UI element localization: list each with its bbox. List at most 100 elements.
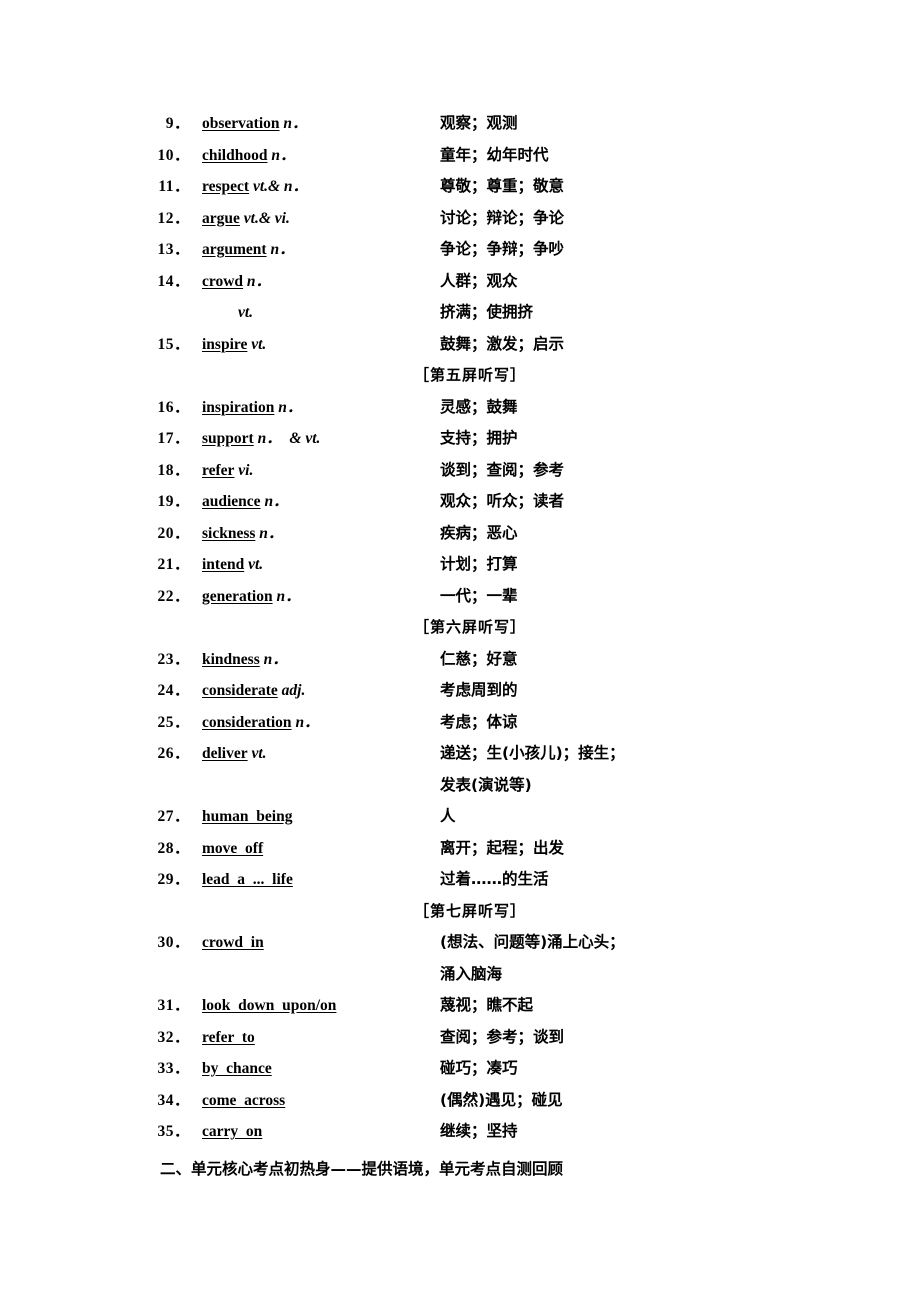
entry-headword: move off	[202, 839, 264, 857]
screen-section-header-label: ［第六屏听写］	[413, 618, 526, 636]
entry-number: 9．	[165, 115, 190, 132]
entry-definition: 鼓舞；激发；启示	[440, 334, 565, 353]
entry-headword: inspire	[202, 335, 248, 353]
entry-part-of-speech: n．	[243, 272, 272, 290]
entry-term: sickness n．	[202, 518, 283, 550]
entry-term: come across	[202, 1085, 285, 1117]
entry-definition: 递送；生(小孩儿)；接生；	[440, 744, 625, 762]
entry-headword: look down upon/on	[202, 997, 337, 1014]
entry-part-of-speech: n．	[259, 650, 288, 668]
entry-headword: deliver	[202, 745, 248, 762]
vocabulary-row: 24． considerate adj. 考虑周到的	[0, 675, 920, 707]
entry-definition: 涌入脑海	[440, 964, 503, 983]
vocabulary-row: 18． refer vi. 谈到；查阅；参考	[0, 455, 920, 487]
entry-definition: 过着……的生活	[440, 870, 549, 888]
entry-definition: 支持；拥护	[440, 429, 518, 447]
entry-headword: intend	[202, 556, 245, 573]
vocabulary-row: 17． support n． & vt. 支持；拥护	[0, 423, 920, 455]
entry-number: 25．	[157, 713, 190, 731]
entry-term: carry on	[202, 1116, 262, 1148]
entry-headword: crowd in	[202, 934, 264, 951]
entry-term: inspire vt.	[202, 329, 266, 361]
vocabulary-row: 10． childhood n． 童年；幼年时代	[0, 140, 920, 172]
entry-part-of-speech: vi.	[234, 461, 254, 479]
vocabulary-row: 31． look down upon/on 蔑视；瞧不起	[0, 990, 920, 1022]
entry-number: 16．	[157, 398, 190, 416]
entry-term: consideration n．	[202, 707, 320, 739]
entry-part-of-speech: n．	[267, 146, 296, 164]
entry-number: 29．	[157, 871, 190, 888]
entry-headword: considerate	[202, 682, 278, 699]
entry-headword: audience	[202, 493, 261, 510]
entry-term: argue vt.& vi.	[202, 203, 290, 235]
vocabulary-row: 34． come across (偶然)遇见；碰见	[0, 1085, 920, 1117]
entry-definition: 争论；争辩；争吵	[440, 240, 565, 258]
screen-section-header: ［第六屏听写］	[0, 612, 920, 644]
entry-definition: 谈到；查阅；参考	[440, 460, 565, 479]
definition-continuation-row: 发表(演说等)	[0, 770, 920, 802]
entry-term: inspiration n．	[202, 392, 302, 424]
entry-term: deliver vt.	[202, 738, 267, 770]
entry-part-of-speech: n． & vt.	[253, 430, 321, 447]
entry-part-of-speech: vt.	[244, 556, 264, 573]
entry-number: 35．	[157, 1123, 190, 1140]
entry-definition: 离开；起程；出发	[440, 838, 565, 857]
entry-number: 10．	[157, 146, 190, 164]
vocabulary-row: 30． crowd in (想法、问题等)涌上心头；	[0, 927, 920, 959]
document-page: 9． observation n． 观察；观测 10． childhood n． 童年；幼…	[0, 0, 920, 1302]
entry-number: 18．	[157, 461, 190, 479]
entry-headword: come across	[202, 1091, 286, 1109]
entry-part-of-speech: vt.	[247, 745, 267, 762]
entry-number: 22．	[157, 587, 190, 605]
entry-term: crowd in	[202, 927, 264, 959]
entry-headword: argue	[202, 209, 240, 227]
entry-headword: observation	[202, 115, 280, 132]
entry-number: 31．	[157, 997, 190, 1014]
entry-term: human being	[202, 801, 292, 833]
entry-number: 11．	[158, 178, 190, 195]
vocabulary-row: 12． argue vt.& vi. 讨论；辩论；争论	[0, 203, 920, 235]
entry-number: 24．	[157, 682, 190, 699]
entry-definition: 人群；观众	[440, 271, 518, 290]
vocabulary-row: 20． sickness n． 疾病；恶心	[0, 518, 920, 550]
vocabulary-row: vt. 挤满；使拥挤	[0, 297, 920, 329]
entry-term: refer vi.	[202, 455, 253, 487]
entry-definition: 童年；幼年时代	[440, 145, 549, 164]
entry-part-of-speech: vt.& n．	[249, 178, 309, 195]
entry-number: 15．	[157, 335, 190, 353]
screen-section-header: ［第五屏听写］	[0, 360, 920, 392]
entry-definition: 尊敬；尊重；敬意	[440, 177, 565, 195]
entry-number: 33．	[157, 1060, 190, 1077]
entry-number: 34．	[157, 1091, 190, 1109]
entry-headword: childhood	[202, 146, 268, 164]
entry-term: intend vt.	[202, 549, 263, 581]
entry-term: vt.	[238, 297, 253, 329]
entry-term: generation n．	[202, 581, 301, 613]
entry-definition: 仁慈；好意	[440, 649, 518, 668]
entry-term: respect vt.& n．	[202, 171, 308, 203]
entry-headword: by chance	[202, 1060, 272, 1077]
entry-headword: kindness	[202, 650, 260, 668]
entry-term: kindness n．	[202, 644, 288, 676]
entry-part-of-speech: adj.	[277, 682, 306, 699]
entry-definition: (想法、问题等)涌上心头；	[440, 933, 625, 951]
entry-definition: 观察；观测	[440, 114, 518, 132]
vocabulary-row: 26． deliver vt. 递送；生(小孩儿)；接生；	[0, 738, 920, 770]
entry-definition: 计划；打算	[440, 555, 518, 573]
entry-headword: argument	[202, 241, 267, 258]
entry-part-of-speech: n．	[260, 493, 289, 510]
entry-definition: 讨论；辩论；争论	[440, 208, 565, 227]
entry-definition: 灵感；鼓舞	[440, 397, 518, 416]
vocabulary-row: 21． intend vt. 计划；打算	[0, 549, 920, 581]
vocabulary-row: 9． observation n． 观察；观测	[0, 108, 920, 140]
entry-part-of-speech: vt.	[247, 335, 267, 353]
entry-number: 28．	[157, 839, 190, 857]
section-heading-unit-review: 二、单元核心考点初热身——提供语境，单元考点自测回顾	[160, 1160, 564, 1178]
entry-part-of-speech: n．	[279, 115, 308, 132]
entry-part-of-speech: n．	[291, 713, 320, 731]
entry-headword: lead a ... life	[202, 871, 293, 888]
screen-section-header: ［第七屏听写］	[0, 896, 920, 928]
entry-term: childhood n．	[202, 140, 295, 172]
entry-definition: 查阅；参考；谈到	[440, 1027, 565, 1046]
entry-term: move off	[202, 833, 263, 865]
